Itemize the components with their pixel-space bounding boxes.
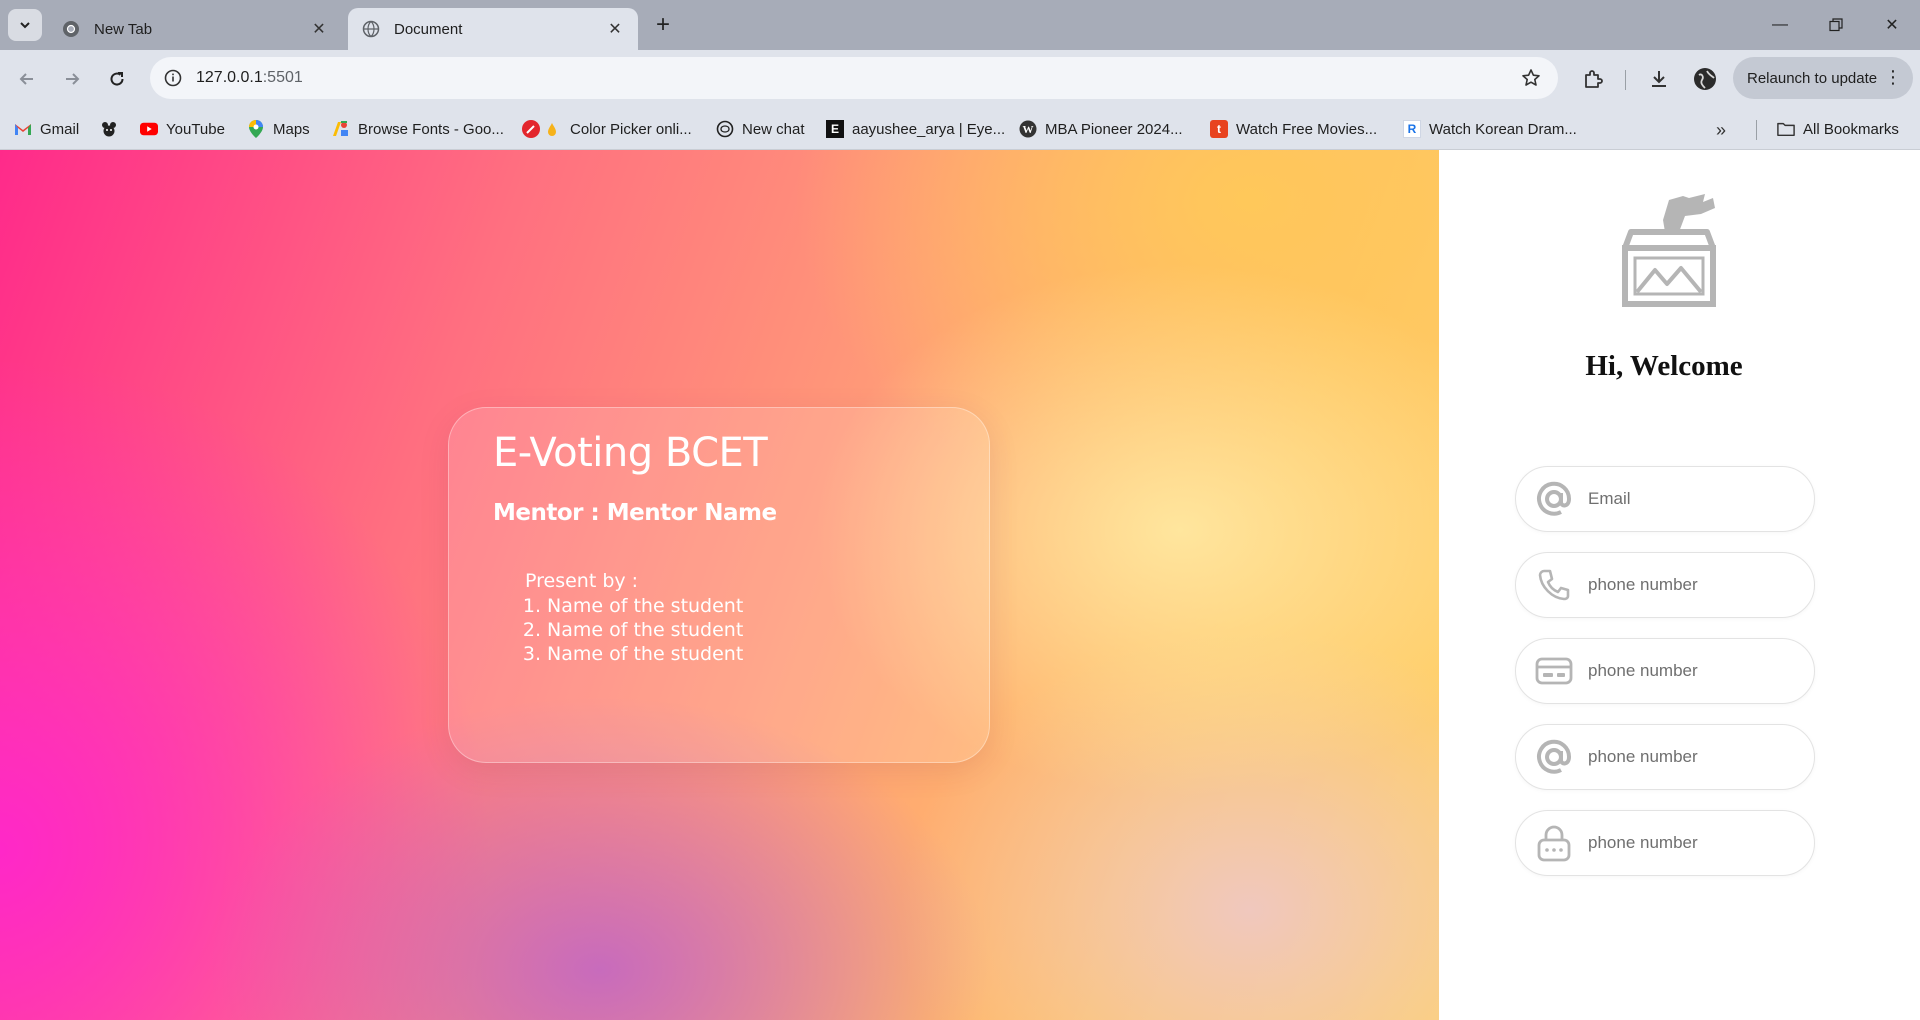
site-info-icon[interactable] [160, 65, 186, 91]
page-viewport: E-Voting BCET Mentor : Mentor Name Prese… [0, 150, 1920, 1020]
e-icon: E [826, 120, 844, 138]
chatgpt-icon [716, 120, 734, 138]
phone-field[interactable] [1515, 552, 1815, 618]
google-fonts-icon [332, 120, 350, 138]
reload-button[interactable] [102, 64, 132, 94]
bookmark-bear[interactable] [100, 116, 126, 142]
tab-strip: New Tab ✕ Document ✕ + — ✕ [0, 0, 1920, 50]
email-input[interactable] [1588, 489, 1788, 509]
lock-icon [1532, 821, 1576, 865]
tab-new-tab[interactable]: New Tab ✕ [48, 8, 342, 50]
address-bar[interactable]: 127.0.0.1:5501 [150, 57, 1558, 99]
at-icon [1532, 735, 1576, 779]
bookmark-korean-drama[interactable]: R Watch Korean Dram... [1403, 116, 1577, 142]
r-icon: R [1403, 120, 1421, 138]
at-icon [1532, 477, 1576, 521]
list-item: 3. Name of the student [522, 643, 744, 665]
tab-title: New Tab [94, 20, 153, 38]
present-by-label: Present by : [525, 570, 639, 592]
bookmarks-divider [1756, 120, 1757, 140]
password-input[interactable] [1588, 833, 1788, 853]
bookmark-mba-pioneer[interactable]: W MBA Pioneer 2024... [1019, 116, 1183, 142]
relaunch-label: Relaunch to update [1747, 69, 1878, 87]
gmail-icon [14, 120, 32, 138]
browser-toolbar: 127.0.0.1:5501 Relaunch to update ⋮ [0, 50, 1920, 108]
chevron-down-icon [20, 22, 30, 29]
password-field[interactable] [1515, 810, 1815, 876]
arrow-right-icon [66, 73, 80, 85]
email-field[interactable] [1515, 466, 1815, 532]
extensions-icon[interactable] [1578, 64, 1608, 94]
id-card-field[interactable] [1515, 638, 1815, 704]
bookmark-maps[interactable]: Maps [247, 116, 310, 142]
login-panel: Hi, Welcome [1439, 150, 1920, 1020]
restore-icon[interactable] [1808, 0, 1864, 50]
profile-avatar-icon[interactable] [1690, 64, 1720, 94]
maps-icon [247, 120, 265, 138]
id-card-icon [1532, 649, 1576, 693]
list-item: 1. Name of the student [522, 595, 744, 617]
tab-title: Document [394, 20, 463, 38]
email-confirm-input[interactable] [1588, 747, 1788, 767]
bookmark-gmail[interactable]: Gmail [14, 116, 79, 142]
forward-button[interactable] [57, 64, 87, 94]
bookmark-youtube[interactable]: YouTube [140, 116, 225, 142]
minimize-icon[interactable]: — [1752, 0, 1808, 50]
mentor-line: Mentor : Mentor Name [493, 500, 777, 526]
hero-gradient-panel: E-Voting BCET Mentor : Mentor Name Prese… [0, 150, 1439, 1020]
more-menu-icon[interactable]: ⋮ [1884, 67, 1902, 87]
chrome-icon [63, 21, 79, 37]
close-window-icon[interactable]: ✕ [1864, 0, 1920, 50]
toolbar-divider [1625, 70, 1626, 90]
reload-icon [110, 72, 124, 86]
tab-search-button[interactable] [8, 9, 42, 41]
bookmark-color-picker[interactable]: Color Picker onli... [522, 116, 692, 142]
bookmark-google-fonts[interactable]: Browse Fonts - Goo... [332, 116, 504, 142]
url-text[interactable]: 127.0.0.1:5501 [196, 69, 1516, 87]
close-icon[interactable]: ✕ [604, 18, 626, 40]
t-icon: t [1210, 120, 1228, 138]
phone-icon [1532, 563, 1576, 607]
ballot-box-icon [1622, 194, 1716, 307]
arrow-left-icon [19, 73, 33, 85]
download-icon[interactable] [1644, 64, 1674, 94]
bookmark-eye[interactable]: E aayushee_arya | Eye... [826, 116, 1005, 142]
bookmarks-overflow-icon[interactable]: » [1716, 120, 1726, 141]
tab-document[interactable]: Document ✕ [348, 8, 638, 50]
welcome-heading: Hi, Welcome [1585, 350, 1743, 382]
relaunch-to-update-button[interactable]: Relaunch to update ⋮ [1733, 57, 1913, 99]
bear-icon [100, 120, 118, 138]
bookmark-new-chat[interactable]: New chat [716, 116, 805, 142]
list-item: 2. Name of the student [522, 619, 744, 641]
email-confirm-field[interactable] [1515, 724, 1815, 790]
phone-input[interactable] [1588, 575, 1788, 595]
student-list: 1. Name of the student 2. Name of the stud… [517, 594, 743, 666]
close-icon[interactable]: ✕ [308, 18, 330, 40]
youtube-icon [140, 120, 158, 138]
all-bookmarks-button[interactable]: All Bookmarks [1777, 116, 1899, 142]
bookmark-watch-movies[interactable]: t Watch Free Movies... [1210, 116, 1377, 142]
bookmark-star-icon[interactable] [1516, 63, 1546, 93]
id-input[interactable] [1588, 661, 1788, 681]
color-picker-icon [522, 120, 562, 138]
svg-text:W: W [1023, 124, 1034, 136]
bookmarks-bar: Gmail YouTube Maps Browse Fonts - Goo...… [0, 108, 1920, 150]
window-controls: — ✕ [1752, 0, 1920, 50]
folder-icon [1777, 120, 1795, 138]
back-button[interactable] [12, 64, 42, 94]
globe-icon [362, 20, 380, 38]
project-info-card: E-Voting BCET Mentor : Mentor Name Prese… [448, 407, 990, 763]
new-tab-button[interactable]: + [650, 11, 676, 38]
project-title: E-Voting BCET [493, 430, 768, 476]
wordpress-icon: W [1019, 120, 1037, 138]
